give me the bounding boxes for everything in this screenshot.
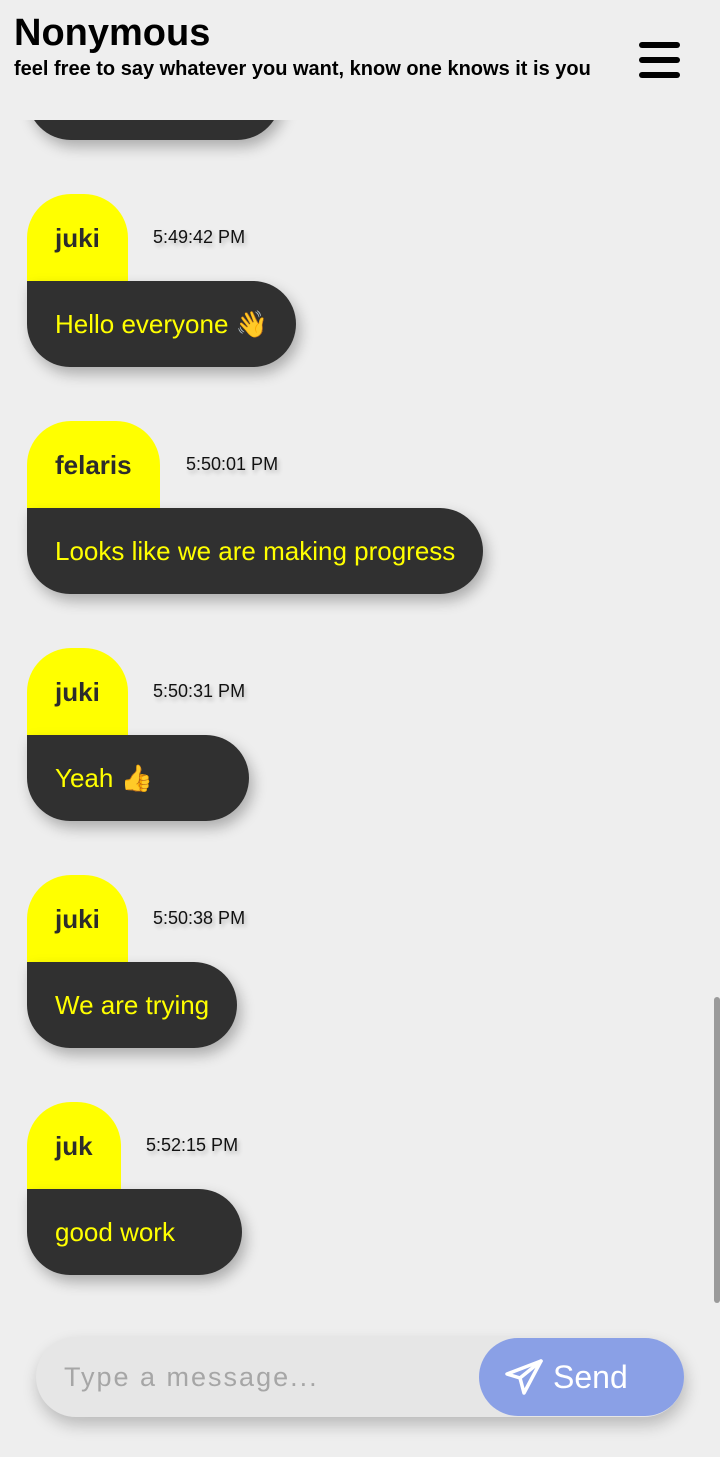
chat-page: juki 5:49:42 PM Hello everyone 👋 felaris…	[0, 0, 720, 1457]
message-timestamp: 5:49:42 PM	[153, 227, 246, 247]
message-text: Hello everyone 👋	[27, 281, 297, 367]
message-timestamp: 5:50:38 PM	[153, 908, 246, 928]
app-subtitle: feel free to say whatever you want, know…	[14, 58, 591, 80]
message-text: good work	[27, 1189, 242, 1275]
message-composer: Send	[36, 1337, 684, 1417]
message-timestamp: 5:50:31 PM	[153, 681, 246, 701]
scrollbar-thumb[interactable]	[714, 997, 720, 1303]
app-title: Nonymous	[14, 12, 211, 54]
message-timestamp: 5:52:15 PM	[146, 1135, 239, 1155]
message-username: juki	[27, 875, 128, 963]
hamburger-menu-icon[interactable]	[638, 40, 682, 80]
message-text: We are trying	[27, 962, 238, 1048]
message-text: Yeah 👍	[27, 735, 249, 821]
send-button-label: Send	[553, 1359, 628, 1395]
menu-bar	[639, 72, 680, 78]
message-username: juki	[27, 194, 128, 282]
message-username: juk	[27, 1102, 121, 1190]
paper-plane-icon	[505, 1359, 543, 1395]
message-timestamp: 5:50:01 PM	[186, 454, 279, 474]
message-username: felaris	[27, 421, 160, 509]
message-username: juki	[27, 648, 128, 736]
app-header: Nonymous feel free to say whatever you w…	[0, 0, 720, 120]
menu-bar	[639, 42, 680, 48]
message-text: Looks like we are making progress	[27, 508, 484, 594]
menu-bar	[639, 57, 680, 63]
send-button[interactable]: Send	[479, 1338, 684, 1416]
message-input[interactable]	[36, 1337, 486, 1417]
